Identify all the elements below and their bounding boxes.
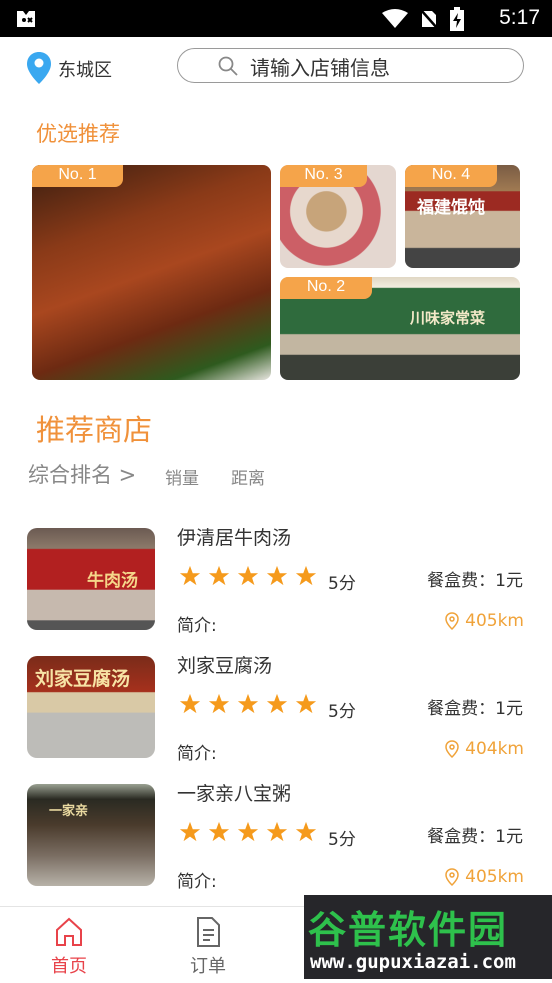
distance-value: 405km: [465, 611, 524, 631]
star-icon: [179, 821, 201, 842]
sort-overall[interactable]: 综合排名 >: [28, 459, 136, 489]
status-bar: 5:17: [0, 0, 552, 37]
recommend-title: 推荐商店: [36, 413, 153, 447]
store-photo: 刘家豆腐汤: [27, 656, 155, 758]
battery-charging-icon: [450, 7, 464, 31]
tab-orders[interactable]: 订单: [166, 907, 246, 983]
star-icon: [266, 821, 288, 842]
search-input[interactable]: 请输入店铺信息: [177, 48, 524, 83]
featured-item-2[interactable]: No. 2 川味家常菜: [280, 277, 520, 380]
home-icon: [56, 917, 82, 946]
status-time: 5:17: [499, 6, 540, 29]
box-fee: 餐盒费：1元: [427, 571, 523, 591]
store-distance: 405km: [445, 611, 524, 631]
star-icon: [179, 693, 201, 714]
box-fee: 餐盒费：1元: [427, 827, 523, 847]
rating-stars: [179, 693, 317, 715]
order-document-icon: [197, 917, 220, 947]
featured-title: 优选推荐: [36, 122, 120, 146]
star-icon: [237, 565, 259, 586]
star-icon: [295, 693, 317, 714]
location-pin-icon: [445, 740, 459, 758]
rating-score: 5分: [328, 574, 356, 594]
store-item[interactable]: 牛肉汤 伊清居牛肉汤 5分 餐盒费：1元 简介: 405km: [0, 527, 552, 648]
search-icon: [218, 56, 238, 76]
star-icon: [237, 821, 259, 842]
shop-sign: 川味家常菜: [410, 309, 486, 327]
star-icon: [295, 565, 317, 586]
watermark: 谷普软件园 www.gupuxiazai.com: [304, 895, 552, 979]
star-icon: [266, 565, 288, 586]
star-icon: [179, 565, 201, 586]
shop-sign: 牛肉汤: [87, 571, 138, 591]
tab-label: 订单: [190, 956, 226, 977]
app-notification-icon: [17, 11, 35, 27]
store-distance: 405km: [445, 867, 524, 887]
store-photo: 一家亲: [27, 784, 155, 886]
distance-value: 405km: [465, 867, 524, 887]
store-name: 刘家豆腐汤: [177, 655, 273, 677]
box-fee: 餐盒费：1元: [427, 699, 523, 719]
star-icon: [208, 693, 230, 714]
rating-stars: [179, 565, 317, 587]
location-pin-icon: [445, 868, 459, 886]
watermark-brand: 谷普软件园: [308, 908, 509, 952]
location-pin-icon: [445, 612, 459, 630]
store-intro: 简介:: [177, 872, 217, 892]
header: 东城区 请输入店铺信息: [0, 37, 552, 99]
rank-badge: No. 1: [32, 165, 123, 187]
store-photo: 牛肉汤: [27, 528, 155, 630]
shop-sign: 刘家豆腐汤: [35, 668, 131, 690]
featured-item-1[interactable]: No. 1: [32, 165, 271, 380]
rating-stars: [179, 821, 317, 843]
rating-score: 5分: [328, 830, 356, 850]
tab-home[interactable]: 首页: [27, 907, 107, 983]
shop-sign: 福建馄饨: [417, 198, 485, 218]
rating-score: 5分: [328, 702, 356, 722]
distance-value: 404km: [465, 739, 524, 759]
watermark-url: www.gupuxiazai.com: [310, 951, 516, 973]
featured-item-4[interactable]: No. 4 福建馄饨: [405, 165, 520, 268]
sort-distance[interactable]: 距离: [231, 464, 265, 489]
tab-label: 首页: [51, 956, 87, 977]
rank-badge: No. 3: [280, 165, 367, 187]
store-name: 一家亲八宝粥: [177, 783, 292, 805]
no-sim-icon: [420, 9, 438, 29]
sort-sales[interactable]: 销量: [165, 464, 199, 489]
rank-badge: No. 2: [280, 277, 372, 299]
wifi-icon: [382, 9, 408, 28]
store-item[interactable]: 一家亲 一家亲八宝粥 5分 餐盒费：1元 简介: 405km: [0, 783, 552, 904]
store-intro: 简介:: [177, 616, 217, 636]
store-intro: 简介:: [177, 744, 217, 764]
shop-sign: 一家亲: [49, 804, 89, 819]
location-label[interactable]: 东城区: [58, 56, 112, 82]
star-icon: [237, 693, 259, 714]
star-icon: [208, 821, 230, 842]
rank-badge: No. 4: [405, 165, 497, 187]
star-icon: [208, 565, 230, 586]
star-icon: [295, 821, 317, 842]
store-item[interactable]: 刘家豆腐汤 刘家豆腐汤 5分 餐盒费：1元 简介: 404km: [0, 655, 552, 776]
featured-item-3[interactable]: No. 3: [280, 165, 396, 268]
store-name: 伊清居牛肉汤: [177, 527, 292, 549]
store-distance: 404km: [445, 739, 524, 759]
star-icon: [266, 693, 288, 714]
location-pin-icon[interactable]: [26, 51, 52, 85]
search-placeholder: 请输入店铺信息: [250, 56, 390, 80]
